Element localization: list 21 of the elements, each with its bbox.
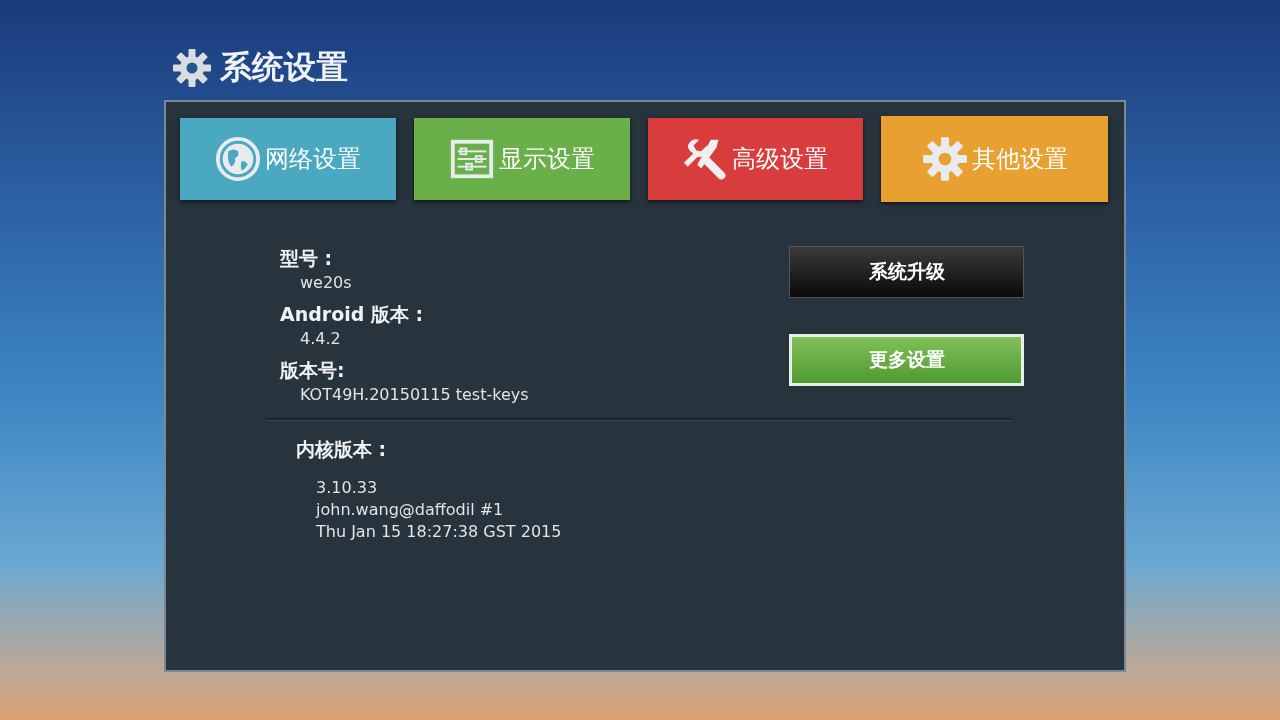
field-label: 版本号: — [280, 358, 346, 383]
page-title: 系统设置 — [220, 47, 348, 88]
settings-icon — [172, 48, 212, 88]
field-value: 3.10.33 — [315, 477, 379, 499]
category-tile[interactable]: 其他设置 — [881, 116, 1108, 202]
field-label: 内核版本 : — [296, 437, 388, 462]
category-tile[interactable]: 显示设置 — [413, 118, 630, 200]
category-tile[interactable]: 高级设置 — [647, 118, 864, 200]
field-label: Android 版本 : — [280, 302, 425, 327]
field-value: Thu Jan 15 18:27:38 GST 2015 — [315, 521, 563, 543]
globe-icon — [214, 136, 261, 182]
field-value: 4.4.2 — [299, 328, 342, 350]
tools-icon — [682, 136, 729, 182]
field-value: KOT49H.20150115 test-keys — [299, 384, 529, 406]
category-tile[interactable]: 网络设置 — [180, 118, 396, 200]
focused-button[interactable]: 更多设置 — [789, 334, 1024, 386]
field-value: john.wang@daffodil #1 — [314, 499, 505, 521]
field-label: 型号 : — [280, 246, 334, 271]
field-value: we20s — [299, 272, 353, 294]
action-button[interactable]: 系统升级 — [789, 246, 1024, 298]
gear-icon — [921, 136, 968, 182]
